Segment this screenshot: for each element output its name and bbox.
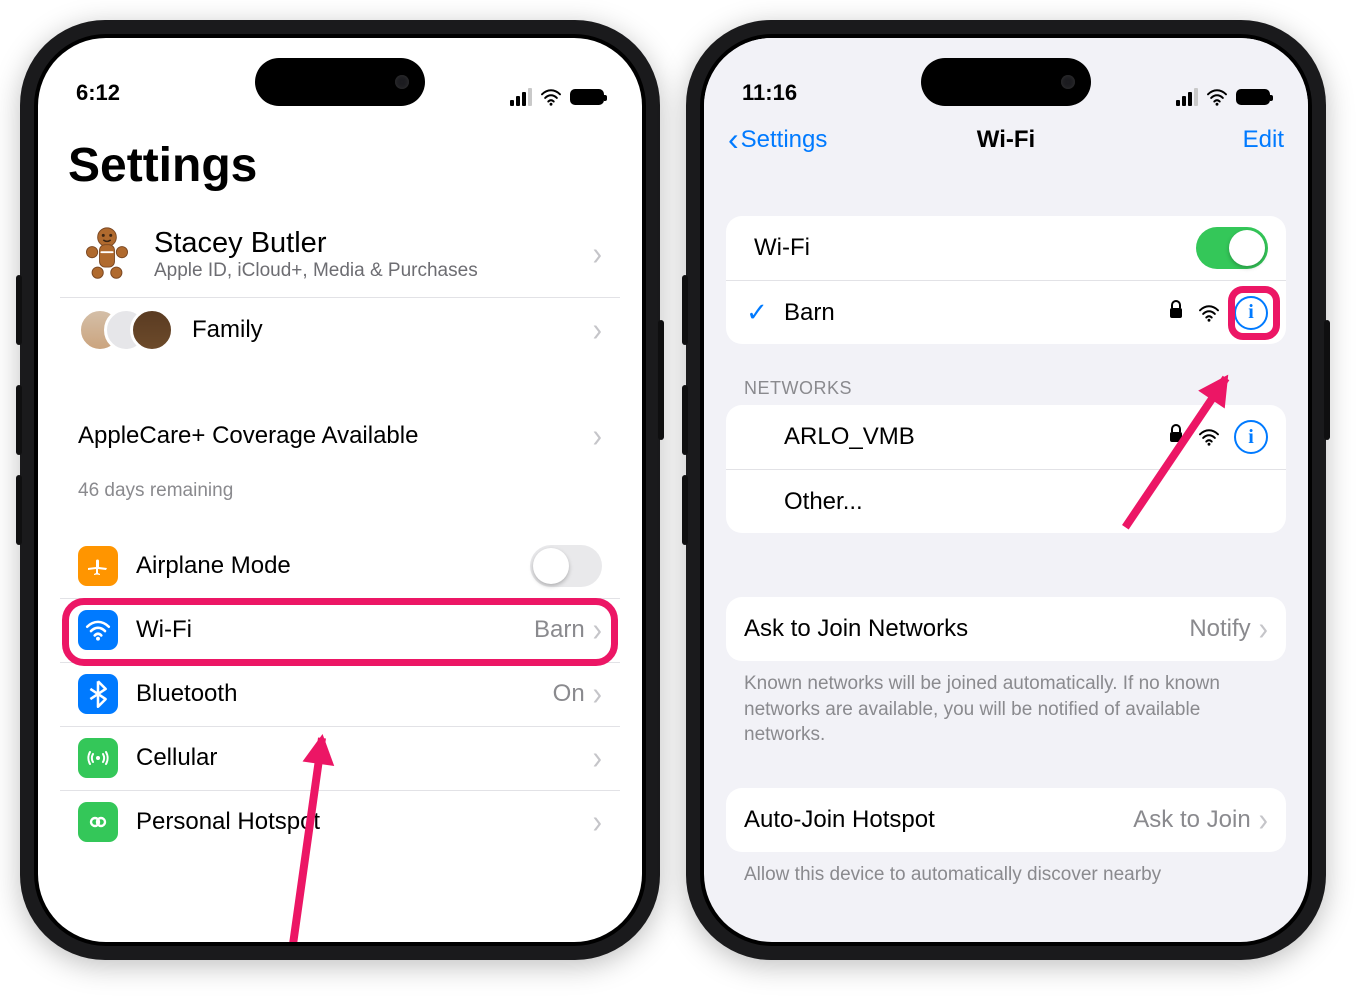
chevron-right-icon: ›	[593, 237, 602, 271]
apple-id-row[interactable]: Stacey Butler Apple ID, iCloud+, Media &…	[60, 211, 620, 297]
chevron-right-icon: ›	[593, 677, 602, 711]
family-avatars	[78, 308, 174, 352]
connected-network-row[interactable]: ✓ Barn i	[726, 280, 1286, 344]
applecare-label: AppleCare+ Coverage Available	[78, 422, 418, 450]
lock-icon	[1168, 300, 1184, 326]
ask-join-group: Ask to Join Networks Notify ›	[726, 597, 1286, 661]
applecare-footer: 46 days remaining	[38, 468, 642, 504]
airplane-mode-row[interactable]: Airplane Mode	[60, 534, 620, 598]
chevron-right-icon: ›	[1259, 612, 1268, 646]
bluetooth-row[interactable]: Bluetooth On ›	[60, 662, 620, 726]
profile-subtitle: Apple ID, iCloud+, Media & Purchases	[154, 260, 478, 282]
wifi-label: Wi-Fi	[136, 616, 192, 644]
hotspot-row[interactable]: Personal Hotspot ›	[60, 790, 620, 854]
back-button[interactable]: ‹ Settings	[728, 126, 827, 154]
airplane-toggle[interactable]	[530, 545, 602, 587]
checkmark-icon: ✓	[744, 297, 770, 328]
chevron-right-icon: ›	[593, 805, 602, 839]
battery-icon	[570, 89, 604, 105]
wifi-switch-label: Wi-Fi	[744, 234, 810, 262]
chevron-right-icon: ›	[593, 313, 602, 347]
auto-join-footer: Allow this device to automatically disco…	[704, 852, 1308, 898]
chevron-right-icon: ›	[593, 613, 602, 647]
hotspot-icon	[78, 802, 118, 842]
bluetooth-value: On	[553, 680, 585, 708]
wifi-status-icon	[540, 88, 562, 106]
family-row[interactable]: Family ›	[60, 297, 620, 362]
wifi-row[interactable]: Wi-Fi Barn ›	[60, 598, 620, 662]
profile-group: Stacey Butler Apple ID, iCloud+, Media &…	[60, 211, 620, 362]
connectivity-group: Airplane Mode Wi-Fi Barn › Bluetooth	[60, 534, 620, 854]
profile-name: Stacey Butler	[154, 227, 478, 260]
family-label: Family	[192, 316, 263, 344]
other-network-row[interactable]: Other...	[726, 469, 1286, 533]
page-title: Settings	[38, 108, 642, 203]
wifi-icon	[78, 610, 118, 650]
chevron-left-icon: ‹	[728, 130, 739, 149]
bluetooth-label: Bluetooth	[136, 680, 237, 708]
wifi-toggle[interactable]	[1196, 227, 1268, 269]
battery-icon	[1236, 89, 1270, 105]
chevron-right-icon: ›	[593, 741, 602, 775]
phone-right: 11:16 ‹ Settings Wi-Fi Edit Wi-Fi ✓	[686, 20, 1326, 960]
info-icon[interactable]: i	[1234, 420, 1268, 454]
wifi-strength-icon	[1198, 304, 1220, 322]
cellular-label: Cellular	[136, 744, 217, 772]
info-icon[interactable]: i	[1234, 296, 1268, 330]
wifi-status-icon	[1206, 88, 1228, 106]
other-label: Other...	[784, 488, 863, 516]
edit-button[interactable]: Edit	[1243, 126, 1284, 154]
ask-to-join-value: Notify	[1189, 615, 1250, 643]
nav-bar: ‹ Settings Wi-Fi Edit	[704, 108, 1308, 166]
dynamic-island	[255, 58, 425, 106]
status-time: 11:16	[742, 80, 797, 106]
ask-to-join-row[interactable]: Ask to Join Networks Notify ›	[726, 597, 1286, 661]
auto-join-label: Auto-Join Hotspot	[744, 806, 935, 834]
ask-to-join-footer: Known networks will be joined automatica…	[704, 661, 1308, 748]
back-label: Settings	[741, 126, 828, 154]
airplane-label: Airplane Mode	[136, 552, 291, 580]
hotspot-label: Personal Hotspot	[136, 808, 320, 836]
avatar	[78, 224, 136, 284]
auto-join-value: Ask to Join	[1133, 806, 1250, 834]
connected-network-name: Barn	[784, 299, 835, 327]
auto-join-group: Auto-Join Hotspot Ask to Join ›	[726, 788, 1286, 852]
ask-to-join-label: Ask to Join Networks	[744, 615, 968, 643]
nav-title: Wi-Fi	[977, 126, 1035, 154]
chevron-right-icon: ›	[593, 419, 602, 453]
screen-settings: 6:12 Settings	[38, 38, 642, 942]
screen-wifi: 11:16 ‹ Settings Wi-Fi Edit Wi-Fi ✓	[704, 38, 1308, 942]
applecare-row[interactable]: AppleCare+ Coverage Available ›	[60, 404, 620, 468]
applecare-group: AppleCare+ Coverage Available ›	[60, 404, 620, 468]
cellular-row[interactable]: Cellular ›	[60, 726, 620, 790]
wifi-value: Barn	[534, 616, 585, 644]
cellular-signal-icon	[1176, 88, 1198, 106]
cellular-icon	[78, 738, 118, 778]
wifi-toggle-group: Wi-Fi ✓ Barn i	[726, 216, 1286, 344]
bluetooth-icon	[78, 674, 118, 714]
dynamic-island	[921, 58, 1091, 106]
status-time: 6:12	[76, 80, 120, 106]
airplane-icon	[78, 546, 118, 586]
networks-group: ARLO_VMB i Other...	[726, 405, 1286, 533]
phone-left: 6:12 Settings	[20, 20, 660, 960]
network-name: ARLO_VMB	[784, 423, 915, 451]
wifi-strength-icon	[1198, 428, 1220, 446]
cellular-signal-icon	[510, 88, 532, 106]
chevron-right-icon: ›	[1259, 803, 1268, 837]
wifi-switch-row[interactable]: Wi-Fi	[726, 216, 1286, 280]
auto-join-row[interactable]: Auto-Join Hotspot Ask to Join ›	[726, 788, 1286, 852]
